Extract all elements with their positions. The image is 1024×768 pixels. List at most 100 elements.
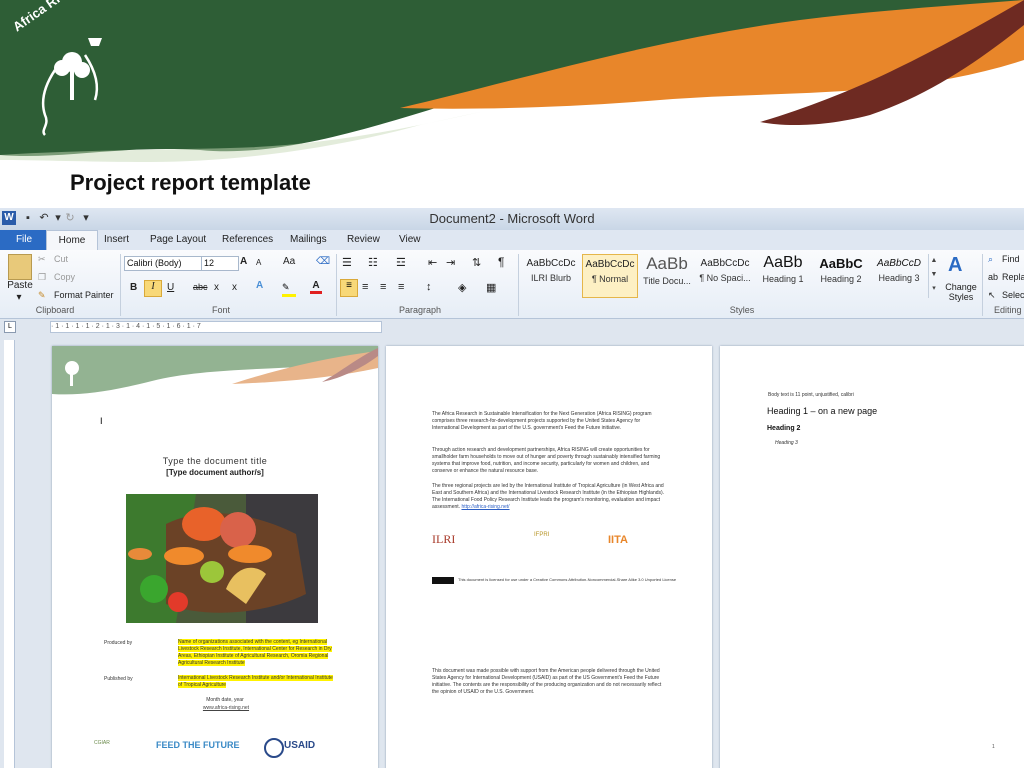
superscript-button[interactable]: x [232,282,237,293]
change-styles-button[interactable]: Change Styles [944,282,978,302]
header-banner [0,0,1024,162]
paste-button[interactable]: Paste [4,280,36,291]
tab-mailings[interactable]: Mailings [286,230,331,250]
styles-group-label: Styles [729,305,755,315]
numbering-icon[interactable]: ☷ [368,256,378,269]
tab-file[interactable]: File [0,230,48,250]
format-painter-icon[interactable]: ✎ [38,290,46,301]
line-spacing-icon[interactable]: ↕ [426,281,432,293]
vertical-ruler[interactable] [4,340,15,768]
ribbon-separator [336,254,337,316]
word-window: W ▪ ↶ ▾ ↻ ▾ Document2 - Microsoft Word F… [0,208,1024,768]
document-author-placeholder[interactable]: [Type document author/s] [52,468,378,477]
published-by-value[interactable]: International Livestock Research Institu… [178,675,338,689]
paste-icon[interactable] [8,254,32,280]
produced-by-text: Name of organizations associated with th… [178,639,332,666]
style-heading-1[interactable]: AaBb Heading 1 [756,254,810,296]
find-button[interactable]: Find [1002,254,1020,264]
shrink-font-button[interactable]: A [256,258,261,267]
text-effects-icon[interactable]: A [256,280,263,291]
heading-3-sample: Heading 3 [775,440,798,446]
tab-page-layout[interactable]: Page Layout [146,230,210,250]
justify-icon[interactable]: ≡ [398,281,404,293]
slide-title: Project report template [70,170,311,195]
body-text-note: Body text is 11 point, unjustified, cali… [768,392,854,398]
italic-button[interactable]: I [144,280,162,297]
align-right-icon[interactable]: ≡ [380,281,386,293]
style-heading-3[interactable]: AaBbCcD Heading 3 [872,254,926,296]
tab-insert[interactable]: Insert [100,230,133,250]
copy-icon[interactable]: ❐ [38,272,46,283]
decrease-indent-icon[interactable]: ⇤ [428,256,437,269]
shading-icon[interactable]: ◈ [458,281,466,294]
bullets-icon[interactable]: ☰ [342,256,352,269]
ilri-logo: ILRI [432,532,456,546]
replace-button[interactable]: Repla [1002,272,1024,282]
usaid-logo: USAID [284,740,316,751]
style-sample: AaBbCcDc [585,259,635,270]
select-icon[interactable]: ↖ [988,290,996,301]
document-title-placeholder[interactable]: Type the document title [52,456,378,466]
style-heading-2[interactable]: AaBbC Heading 2 [814,254,868,296]
style-sample: AaBbCcDc [526,258,576,269]
format-painter-button[interactable]: Format Painter [54,290,114,300]
style-normal[interactable]: AaBbCcDc ¶ Normal [582,254,638,298]
tab-view[interactable]: View [395,230,425,250]
strikethrough-button[interactable]: abc [193,282,208,292]
ribbon-separator [120,254,121,316]
copy-button[interactable]: Copy [54,272,75,282]
style-name: Heading 3 [878,273,920,283]
find-icon[interactable]: ⌕ [988,254,993,265]
align-left-icon[interactable]: ≡ [340,279,358,297]
styles-scroll[interactable]: ▲ ▼ ▾ [928,254,939,298]
paste-dropdown-icon[interactable]: ▾ [12,292,26,303]
cut-button[interactable]: Cut [54,254,68,264]
style-ilri-blurb[interactable]: AaBbCcDc ILRI Blurb [524,254,578,296]
font-size-dropdown[interactable]: 12 [201,256,239,271]
style-sample: AaBbCcD [877,258,921,269]
select-button[interactable]: Selec [1002,290,1024,300]
style-no-spacing[interactable]: AaBbCcDc ¶ No Spaci... [698,254,752,296]
paragraph-group-label: Paragraph [398,305,442,315]
ribbon-separator [982,254,983,316]
cut-icon[interactable]: ✂ [38,254,46,265]
show-formatting-button[interactable]: ¶ [498,255,504,269]
ifpri-logo: IFPRI [534,532,550,538]
tab-review[interactable]: Review [343,230,384,250]
bold-button[interactable]: B [130,282,137,293]
subscript-button[interactable]: x [214,282,219,293]
style-sample: AaBbC [819,256,863,271]
style-name: ILRI Blurb [530,273,572,283]
clear-formatting-icon[interactable]: ⌫ [316,256,330,267]
produced-by-value[interactable]: Name of organizations associated with th… [178,639,340,667]
highlight-icon[interactable]: ✎ [282,282,296,297]
feed-the-future-logo: FEED THE FUTURE [156,740,240,750]
license-notice: This document is licensed for use under … [458,577,677,582]
ribbon-separator [518,254,519,316]
font-color-icon[interactable]: A [310,280,322,294]
africa-rising-link[interactable]: http://africa-rising.net/ [461,504,509,510]
grow-font-button[interactable]: A [240,256,247,267]
font-name-dropdown[interactable]: Calibri (Body) [124,256,202,271]
tab-references[interactable]: References [218,230,277,250]
website-link[interactable]: www.africa-rising.net [52,705,400,712]
horizontal-ruler[interactable]: · 1 · 1 · 1 · 1 · 2 · 1 · 3 · 1 · 4 · 1 … [50,321,382,333]
usaid-disclaimer: This document was made possible with sup… [432,668,662,695]
align-center-icon[interactable]: ≡ [362,281,368,293]
change-case-button[interactable]: Aa [283,256,295,267]
multilevel-list-icon[interactable]: ☲ [396,256,406,269]
tab-selector[interactable]: L [4,321,16,333]
replace-icon[interactable]: ab [988,272,998,282]
sort-icon[interactable]: ⇅ [472,256,481,269]
regional-projects-paragraph: The three regional projects are led by t… [432,483,668,511]
partnerships-paragraph: Through action research and development … [432,447,661,474]
underline-button[interactable]: U [167,282,174,293]
tab-home[interactable]: Home [46,230,98,252]
borders-icon[interactable]: ▦ [486,281,496,294]
ribbon: Paste ▾ ✂ Cut ❐ Copy ✎ Format Painter Cl… [0,250,1024,319]
style-sample: AaBb [763,254,803,271]
increase-indent-icon[interactable]: ⇥ [446,256,455,269]
page-2: The Africa Research in Sustainable Inten… [386,346,712,768]
style-title-document[interactable]: AaBb Title Docu... [640,254,694,296]
change-styles-icon[interactable]: A [948,254,962,277]
